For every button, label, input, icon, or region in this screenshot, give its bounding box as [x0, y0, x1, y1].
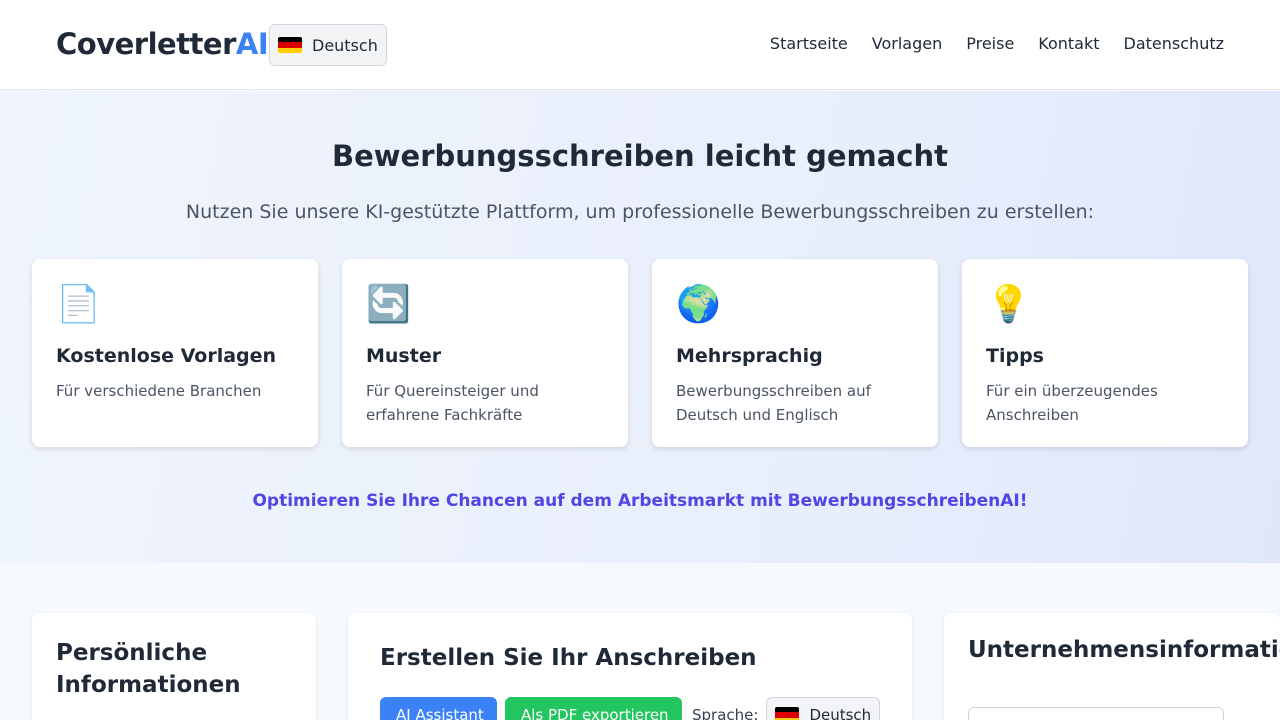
nav-link-kontakt[interactable]: Kontakt: [1038, 34, 1099, 53]
language-select-value: Deutsch: [809, 706, 872, 720]
feature-card-text: Bewerbungsschreiben auf Deutsch und Engl…: [676, 382, 871, 424]
feature-card-tips: 💡 Tipps Für ein überzeugendes Anschreibe…: [962, 259, 1248, 447]
language-select-label: Sprache:: [692, 706, 759, 720]
nav-link-vorlagen[interactable]: Vorlagen: [872, 34, 942, 53]
nav-link-startseite[interactable]: Startseite: [770, 34, 848, 53]
logo[interactable]: CoverletterAI: [56, 27, 269, 61]
app-section: Persönliche Informationen Erstellen Sie …: [0, 563, 1280, 720]
refresh-icon: 🔄: [366, 284, 411, 325]
hero-section: Bewerbungsschreiben leicht gemacht Nutze…: [0, 91, 1280, 563]
editor-panel: Erstellen Sie Ihr Anschreiben AI Assista…: [348, 613, 912, 720]
document-icon: 📄: [56, 284, 101, 325]
feature-card-multilingual: 🌍 Mehrsprachig Bewerbungsschreiben auf D…: [652, 259, 938, 447]
feature-card-text: Für ein überzeugendes Anschreiben: [986, 382, 1158, 424]
personal-info-panel: Persönliche Informationen: [32, 613, 316, 720]
export-pdf-button[interactable]: Als PDF exportieren: [505, 697, 682, 720]
company-info-title: Unternehmensinformationen: [968, 637, 1280, 663]
lightbulb-icon: 💡: [986, 284, 1031, 325]
personal-info-title: Persönliche Informationen: [56, 640, 241, 698]
site-header: CoverletterAI Deutsch Startseite Vorlage…: [0, 0, 1280, 90]
language-label: Deutsch: [312, 35, 378, 55]
globe-icon: 🌍: [676, 284, 721, 325]
german-flag-icon: [278, 37, 302, 53]
language-switcher-button[interactable]: Deutsch: [269, 24, 387, 66]
feature-card-title: Tipps: [986, 345, 1044, 367]
german-flag-icon: [775, 707, 800, 720]
feature-card-title: Kostenlose Vorlagen: [56, 345, 277, 367]
company-name-input[interactable]: [968, 707, 1224, 720]
nav-link-datenschutz[interactable]: Datenschutz: [1124, 34, 1224, 53]
logo-text: Coverletter: [56, 27, 236, 61]
hero-call-to-action: Optimieren Sie Ihre Chancen auf dem Arbe…: [252, 491, 1028, 511]
feature-card-samples: 🔄 Muster Für Quereinsteiger und erfahren…: [342, 259, 628, 447]
main-nav: Startseite Vorlagen Preise Kontakt Daten…: [770, 34, 1224, 53]
ai-assistant-button[interactable]: AI Assistant: [380, 697, 497, 720]
hero-subtitle: Nutzen Sie unsere KI-gestützte Plattform…: [185, 201, 1095, 223]
company-info-panel: Unternehmensinformationen: [944, 613, 1280, 720]
feature-card-text: Für Quereinsteiger und erfahrene Fachkrä…: [366, 382, 539, 424]
hero-title: Bewerbungsschreiben leicht gemacht: [331, 139, 949, 173]
nav-link-preise[interactable]: Preise: [966, 34, 1014, 53]
logo-accent: AI: [235, 27, 269, 61]
language-select[interactable]: Deutsch: [766, 697, 880, 720]
editor-title: Erstellen Sie Ihr Anschreiben: [380, 645, 757, 671]
editor-toolbar: AI Assistant Als PDF exportieren Sprache…: [380, 697, 880, 720]
feature-card-title: Muster: [366, 345, 442, 367]
feature-card-templates: 📄 Kostenlose Vorlagen Für verschiedene B…: [32, 259, 318, 447]
feature-card-title: Mehrsprachig: [676, 345, 823, 367]
feature-card-text: Für verschiedene Branchen: [56, 382, 262, 400]
